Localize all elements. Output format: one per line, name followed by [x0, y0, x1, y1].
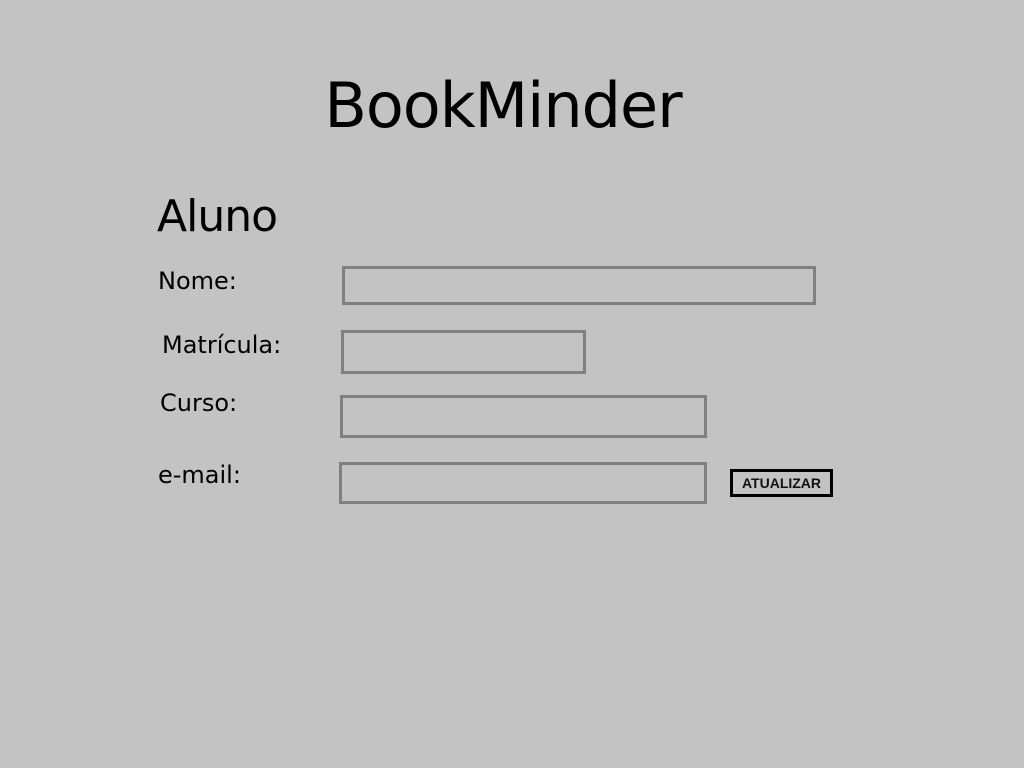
email-input[interactable]: [339, 462, 707, 504]
matricula-input[interactable]: [341, 330, 586, 374]
update-button[interactable]: ATUALIZAR: [730, 469, 833, 497]
nome-label: Nome:: [158, 267, 237, 295]
curso-input[interactable]: [340, 395, 707, 438]
section-title: Aluno: [157, 191, 278, 242]
nome-input[interactable]: [342, 266, 816, 305]
app-title: BookMinder: [324, 69, 682, 142]
curso-label: Curso:: [160, 389, 238, 417]
matricula-label: Matrícula:: [162, 331, 282, 359]
email-label: e-mail:: [158, 461, 241, 489]
